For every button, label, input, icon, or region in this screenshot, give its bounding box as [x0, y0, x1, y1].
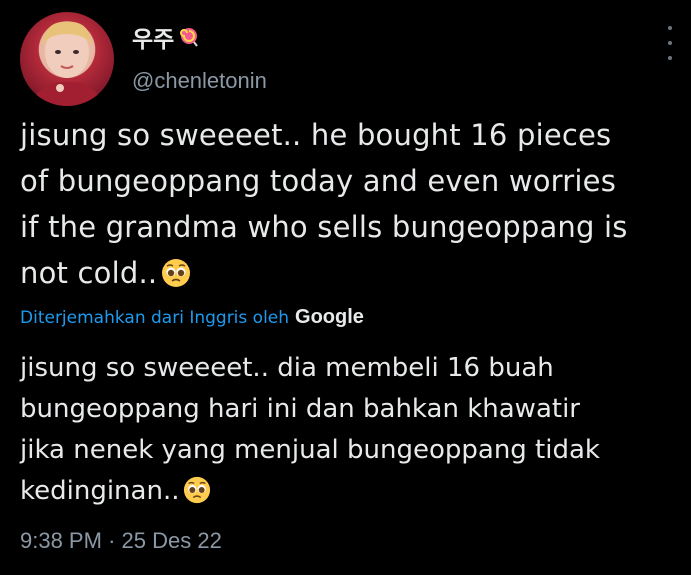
google-logo: Google [295, 306, 364, 328]
pleading-face-icon [183, 476, 211, 504]
tweet-line: if the grandma who sells bungeoppang is [20, 210, 628, 244]
display-name[interactable]: 우주 [132, 20, 267, 54]
tweet-text: jisung so sweeeet.. he bought 16 pieces … [20, 112, 680, 296]
translated-line: jisung so sweeeet.. dia membeli 16 buah [20, 353, 554, 383]
pleading-face-icon [161, 255, 191, 287]
translated-line: kedinginan.. [20, 476, 180, 506]
tweet-timestamp[interactable]: 9:38 PM · 25 Des 22 [20, 528, 222, 554]
translated-line: jika nenek yang menjual bungeoppang tida… [20, 435, 600, 465]
translated-line: bungeoppang hari ini dan bahkan khawatir [20, 394, 580, 424]
user-names: 우주 @chenletonin [132, 20, 267, 94]
tweet-line: not cold.. [20, 256, 158, 290]
tweet-time: 9:38 PM [20, 528, 102, 553]
tweet-line-last: not cold.. [20, 250, 680, 296]
avatar[interactable] [20, 12, 114, 106]
lollipop-icon [180, 27, 200, 47]
translation-attribution[interactable]: Diterjemahkan dari Inggris oleh Google [20, 306, 364, 329]
display-name-text: 우주 [132, 27, 175, 53]
translation-label: Diterjemahkan dari Inggris oleh [20, 307, 290, 328]
translated-text: jisung so sweeeet.. dia membeli 16 buah … [20, 348, 680, 512]
translated-line-last: kedinginan.. [20, 471, 680, 512]
more-options-icon[interactable] [660, 26, 680, 60]
tweet-line: of bungeoppang today and even worries [20, 164, 617, 198]
tweet-header: 우주 @chenletonin [20, 12, 680, 106]
tweet-line: jisung so sweeeet.. he bought 16 pieces [20, 118, 612, 152]
timestamp-separator: · [108, 528, 116, 553]
user-handle[interactable]: @chenletonin [132, 68, 267, 94]
tweet-date: 25 Des 22 [121, 528, 222, 553]
